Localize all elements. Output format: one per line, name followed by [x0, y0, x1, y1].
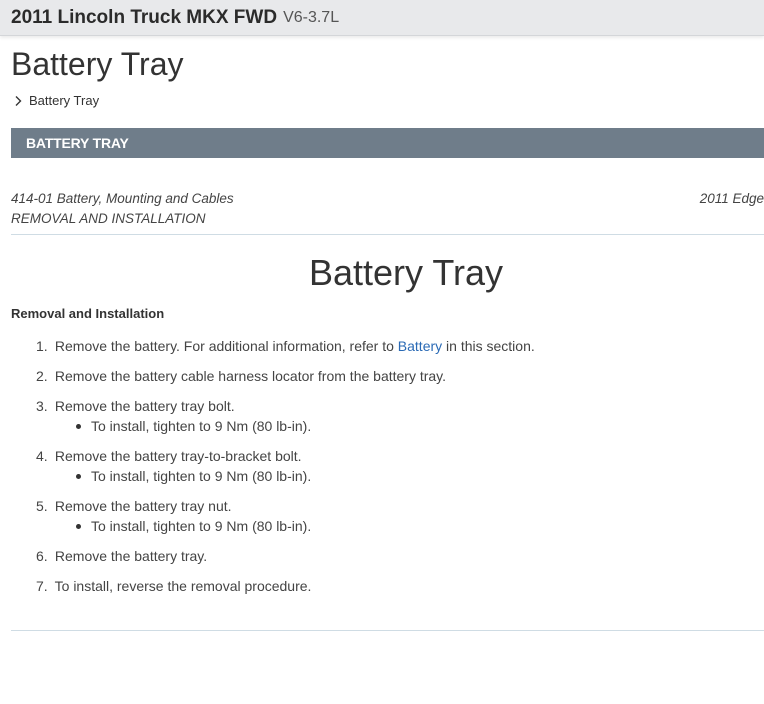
page-title: Battery Tray	[11, 46, 184, 82]
article-title: Battery Tray	[308, 252, 504, 293]
step-4: 4. Remove the battery tray-to-bracket bo…	[36, 446, 756, 486]
breadcrumb-item[interactable]: Battery Tray	[29, 93, 99, 108]
divider	[11, 630, 764, 631]
vehicle-title: 2011 Lincoln Truck MKX FWD	[11, 6, 278, 28]
step-4-note: To install, tighten to 9 Nm (80 lb-in).	[76, 466, 756, 486]
procedure-steps: 1. Remove the battery. For additional in…	[36, 336, 756, 596]
step-1: 1. Remove the battery. For additional in…	[36, 338, 535, 354]
step-5: 5. Remove the battery tray nut. To insta…	[36, 496, 756, 536]
article-subhead: Removal and Installation	[11, 306, 165, 321]
section-header-label: BATTERY TRAY	[26, 135, 129, 151]
vehicle-header-bar: 2011 Lincoln Truck MKX FWD V6-3.7L	[0, 0, 764, 36]
breadcrumb[interactable]: Battery Tray	[13, 93, 99, 108]
step-2: 2. Remove the battery cable harness loca…	[36, 368, 447, 384]
model-year: 2011 Edge	[699, 191, 764, 206]
battery-link[interactable]: Battery	[398, 338, 442, 354]
procedure-type: REMOVAL AND INSTALLATION	[11, 211, 206, 226]
step-3-note: To install, tighten to 9 Nm (80 lb-in).	[76, 416, 756, 436]
section-header-bar: BATTERY TRAY	[11, 128, 764, 158]
step-7: 7. To install, reverse the removal proce…	[36, 578, 312, 594]
engine-label: V6-3.7L	[283, 8, 340, 26]
manual-section: 414-01 Battery, Mounting and Cables	[11, 191, 234, 206]
step-5-note: To install, tighten to 9 Nm (80 lb-in).	[76, 516, 756, 536]
document-header: 414-01 Battery, Mounting and Cables 2011…	[11, 189, 764, 229]
step-3: 3. Remove the battery tray bolt. To inst…	[36, 396, 756, 436]
step-6: 6. Remove the battery tray.	[36, 548, 208, 564]
chevron-right-icon	[15, 95, 22, 106]
divider	[11, 234, 764, 235]
